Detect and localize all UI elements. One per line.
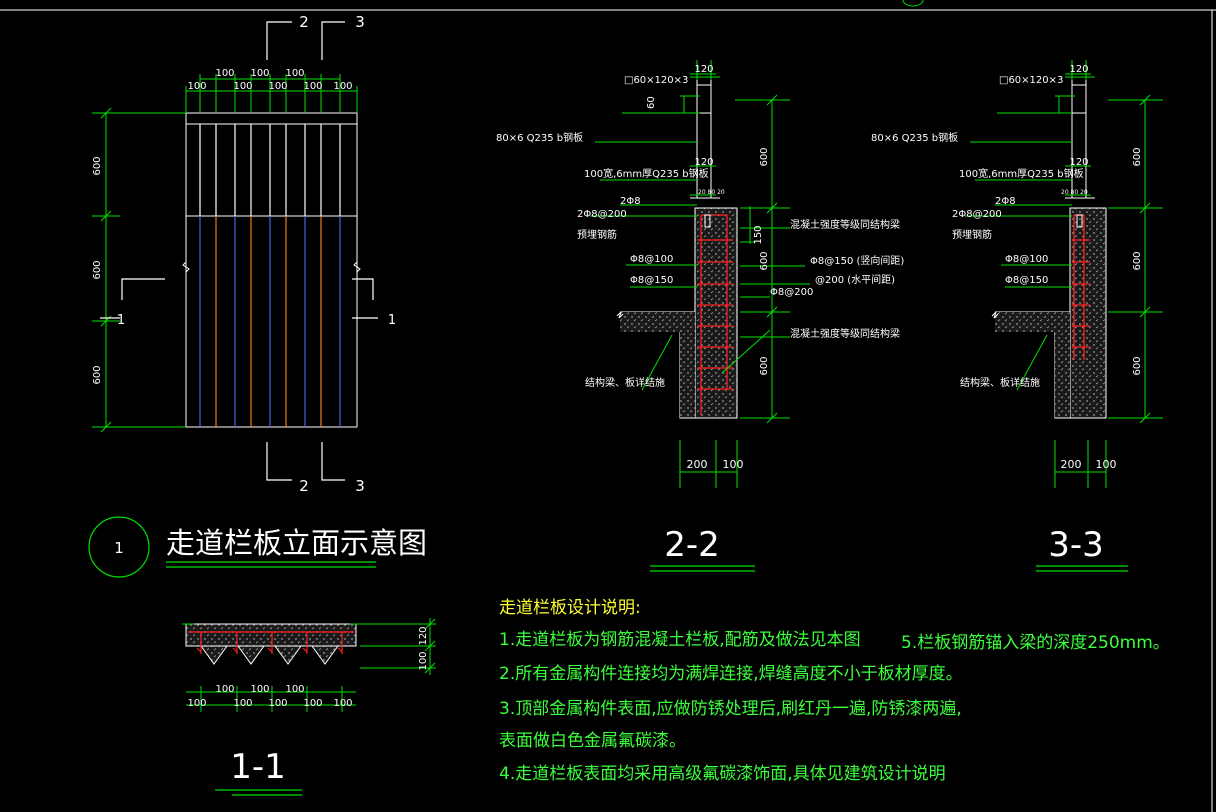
s33-right-dim-3: 600 [1132,356,1143,375]
s11-bottom-lower-1: 100 [187,698,206,709]
note-2: 2.所有金属构件连接均为满焊连接,焊缝高度不小于板材厚度。 [499,664,963,684]
elevation-left-dims [92,107,186,433]
s11-bottom-upper-1: 100 [215,684,234,695]
note-4: 4.走道栏板表面均采用高级氟碳漆饰面,具体见建筑设计说明 [499,764,946,784]
section-1-1-title: 1-1 [230,747,286,787]
elev-top-lower-1: 100 [187,81,206,92]
s33-right-dim-2: 600 [1132,251,1143,270]
s33-bar-150: Φ8@150 [1005,275,1048,286]
design-notes: 走道栏板设计说明: 1.走道栏板为钢筋混凝土栏板,配筋及做法见本图 2.所有金属… [499,598,1170,784]
section-2-2-title: 2-2 [664,525,720,565]
section-mark-left-1: 1 [117,313,125,328]
s11-right-dim-2: 100 [418,651,429,670]
s33-small-dims: 20 80 20 [1061,189,1088,196]
elevation-left-dim-1: 600 [92,156,103,175]
s11-bottom-upper-2: 100 [250,684,269,695]
s33-bottom-dim-1: 200 [1061,458,1082,471]
s22-concrete-b: 混凝土强度等级同结构梁 [790,327,900,340]
section-mark-top-2: 2 [299,13,309,31]
elev-top-lower-2: 100 [233,81,252,92]
s22-dim-150: 150 [753,225,764,244]
s22-right-dim-3: 600 [759,356,770,375]
note-3: 3.顶部金属构件表面,应做防锈处理后,刷红丹一遍,防锈漆两遍, [499,699,962,719]
elevation-left-dim-2: 600 [92,260,103,279]
elevation-left-dim-3: 600 [92,365,103,384]
s22-right-dim-1: 600 [759,147,770,166]
elev-top-lower-5: 100 [333,81,352,92]
s33-structure: 结构梁、板详结施 [960,376,1040,389]
s33-bar-2-200: 2Φ8@200 [952,209,1002,220]
elevation-view: 600 600 600 100 100 100 100 100 100 100 … [88,13,427,578]
s11-right-dim-1: 120 [418,626,429,645]
s33-bar-2: 2Φ8 [995,196,1016,207]
viewport-frame [0,0,1216,812]
section-1-1: 120 100 100 100 100 100 100 100 100 100 … [182,618,436,796]
section-2-2: 120 □60×120×3 60 80×6 Q235 b钢板 120 100宽,… [496,60,904,572]
section-mark-bottom-2: 2 [299,477,309,495]
s22-bar-200-h: @200 (水平间距) [815,273,895,286]
cad-drawing-canvas: 600 600 600 100 100 100 100 100 100 100 … [0,0,1216,812]
s22-plate-100: 100宽,6mm厚Q235 b钢板 [584,167,709,180]
s22-plate-80: 80×6 Q235 b钢板 [496,131,583,144]
note-1: 1.走道栏板为钢筋混凝土栏板,配筋及做法见本图 [499,630,861,650]
s11-bottom-upper-3: 100 [285,684,304,695]
s22-bar-150: Φ8@150 [630,275,673,286]
drawing-number: 1 [114,539,124,557]
s22-small-dims: 20 80 20 [698,189,725,196]
section-mark-right-1: 1 [388,313,396,328]
s11-bottom-lower-3: 100 [268,698,287,709]
s33-bar-100: Φ8@100 [1005,254,1048,265]
s22-concrete-a: 混凝土强度等级同结构梁 [790,218,900,231]
s22-tube-label: □60×120×3 [624,75,688,86]
elev-top-lower-4: 100 [303,81,322,92]
elev-top-lower-3: 100 [268,81,287,92]
section-3-3: 120 □60×120×3 80×6 Q235 b钢板 120 100宽,6mm… [871,60,1163,572]
s22-bar-100: Φ8@100 [630,254,673,265]
top-slats [199,124,341,216]
elev-top-upper-1: 100 [215,68,234,79]
s22-bar-2: 2Φ8 [620,196,641,207]
s11-bottom-lower-2: 100 [233,698,252,709]
s33-embed: 预埋钢筋 [952,228,992,241]
elev-top-upper-2: 100 [250,68,269,79]
s11-bottom-lower-5: 100 [333,698,352,709]
note-3b: 表面做白色金属氟碳漆。 [499,731,686,751]
elev-top-upper-3: 100 [285,68,304,79]
lower-slats [199,216,341,427]
s22-bar-2-200: 2Φ8@200 [577,209,627,220]
s33-plate-100: 100宽,6mm厚Q235 b钢板 [959,167,1084,180]
s11-bottom-lower-4: 100 [303,698,322,709]
section-3-3-title: 3-3 [1048,525,1104,565]
s22-bar-200: Φ8@200 [770,287,813,298]
section-mark-top-3: 3 [355,13,365,31]
s33-right-dim-1: 600 [1132,147,1143,166]
elevation-title: 走道栏板立面示意图 [166,526,427,560]
s33-plate-dim: 120 [1069,157,1088,168]
s33-plate-80: 80×6 Q235 b钢板 [871,131,958,144]
s33-tube-label: □60×120×3 [999,75,1063,86]
section-mark-bottom-3: 3 [355,477,365,495]
s22-right-dim-2: 600 [759,251,770,270]
s33-bottom-dim-2: 100 [1096,458,1117,471]
elevation-top-dims [185,74,358,113]
s33-top-dim: 120 [1069,64,1088,75]
notes-heading: 走道栏板设计说明: [499,598,641,618]
s22-plate-dim: 120 [694,157,713,168]
s22-top-dim: 120 [694,64,713,75]
s22-bottom-dim-2: 100 [723,458,744,471]
note-5: 5.栏板钢筋锚入梁的深度250mm。 [901,633,1170,653]
s22-bottom-dim-1: 200 [687,458,708,471]
s22-embed: 预埋钢筋 [577,228,617,241]
s22-tube-dim: 60 [646,96,657,109]
s22-bar-150-v: Φ8@150 (竖向间距) [810,254,904,267]
s22-structure: 结构梁、板详结施 [585,376,665,389]
